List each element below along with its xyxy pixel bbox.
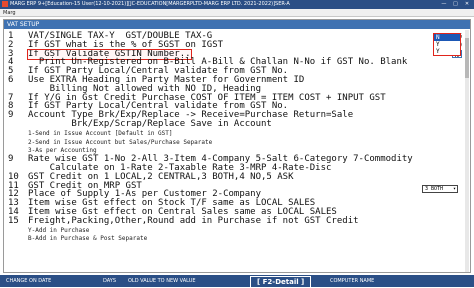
setting-label: 1-Send in Issue Account [Default in GST] <box>28 129 173 137</box>
setting-label: Brk/Exp/Scrap/Replace Save in Account <box>28 118 272 129</box>
setting-label: 2-Send in Issue Account but Sales/Purcha… <box>28 138 213 146</box>
title-bar: MARG ERP 9+[Education-15 User(12-10-2021… <box>0 0 474 9</box>
old-new-value-label: OLD VALUE TO NEW VALUE <box>128 278 196 284</box>
f2-detail-button[interactable]: [ F2-Detail ] <box>250 276 312 288</box>
popup-option[interactable]: Y <box>434 41 460 48</box>
maximize-button[interactable]: □ <box>450 0 460 9</box>
minimize-button[interactable]: — <box>439 0 449 9</box>
setting-number: 15 <box>8 215 19 226</box>
setting-label: Y-Add in Purchase <box>28 226 90 234</box>
setting-row[interactable]: Brk/Exp/Scrap/Replace Save in Account <box>4 118 470 129</box>
menu-bar: Marg <box>0 9 474 17</box>
days-label: DAYS <box>103 278 117 284</box>
scrollbar-thumb[interactable] <box>465 38 469 78</box>
setting-row[interactable]: B-Add in Purchase & Post Separate <box>4 234 470 243</box>
vertical-scrollbar[interactable] <box>465 30 469 272</box>
setting-number: 9 <box>8 110 14 121</box>
chevron-down-icon: ▾ <box>452 186 456 192</box>
panel-title: VAT SETUP <box>4 20 470 29</box>
window-controls: — □ ✕ <box>439 0 472 9</box>
computer-name-label: COMPUTER NAME <box>330 278 375 284</box>
setting-number: 9 <box>8 154 14 165</box>
close-button[interactable]: ✕ <box>462 0 472 9</box>
popup-option[interactable]: N <box>434 34 460 41</box>
setting-label: Freight,Packing,Other,Round add in Purch… <box>28 215 359 226</box>
change-on-date-label: CHANGE ON DATE <box>6 278 52 284</box>
setting-number: 6 <box>8 74 14 85</box>
settings-list: 1VAT/SINGLE TAX-Y GST/DOUBLE TAX-GG2If G… <box>4 32 470 243</box>
dropdown-value: 3 BOTH <box>425 186 444 192</box>
setting-label: B-Add in Purchase & Post Separate <box>28 235 148 243</box>
setting-row[interactable]: 2-Send in Issue Account but Sales/Purcha… <box>4 138 470 147</box>
gst-credit-dropdown[interactable]: 3 BOTH ▾ <box>422 185 458 193</box>
vat-setup-window: VAT SETUP 1 VAT/SINGLE TAX-Y GST/DOUBLE T… <box>3 19 471 273</box>
setting-row[interactable]: Y-Add in Purchase <box>4 226 470 235</box>
status-bar: CHANGE ON DATE DAYS OLD VALUE TO NEW VAL… <box>0 275 474 288</box>
window-title: MARG ERP 9+[Education-15 User(12-10-2021… <box>10 1 290 7</box>
popup-option[interactable]: Y <box>434 48 460 55</box>
setting-row[interactable]: 1-Send in Issue Account [Default in GST] <box>4 129 470 138</box>
setting-row[interactable]: 15 Freight,Packing,Other,Round add in Pur… <box>4 215 470 226</box>
menu-item-marg[interactable]: Marg <box>3 10 16 16</box>
yes-no-popup[interactable]: NYY <box>433 33 461 56</box>
app-icon <box>2 1 8 7</box>
